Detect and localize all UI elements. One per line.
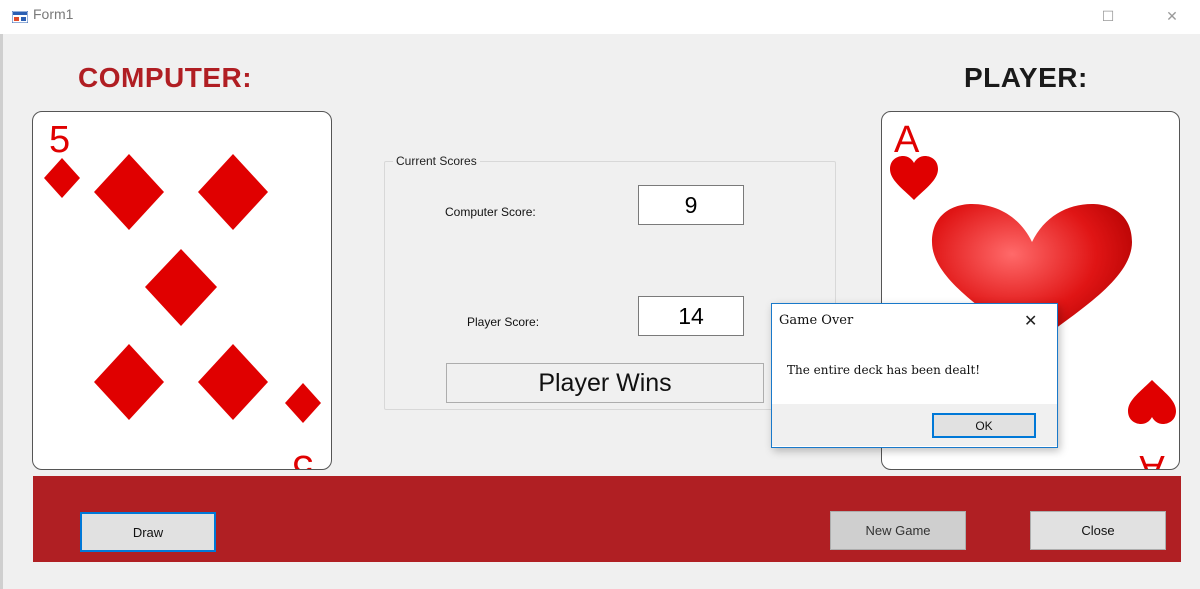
ok-button[interactable]: OK bbox=[932, 413, 1036, 438]
computer-heading: COMPUTER: bbox=[78, 62, 253, 93]
heart-pip-small-icon bbox=[890, 156, 938, 200]
heart-pip-small-icon bbox=[1128, 380, 1176, 424]
diamond-pip-icon bbox=[198, 344, 268, 420]
card-rank-top: A bbox=[894, 119, 920, 161]
five-of-diamonds-image: 5 5 bbox=[44, 119, 321, 469]
computer-score-value: 9 bbox=[638, 185, 744, 225]
diamond-pip-small-icon bbox=[44, 158, 80, 198]
computer-card: 5 5 bbox=[32, 111, 332, 470]
close-button[interactable]: Close bbox=[1030, 511, 1166, 550]
dialog-message: The entire deck has been dealt! bbox=[787, 363, 981, 377]
draw-button[interactable]: Draw bbox=[80, 512, 216, 552]
diamond-pip-icon bbox=[94, 344, 164, 420]
computer-score-label: Computer Score: bbox=[445, 205, 536, 219]
diamond-pip-icon bbox=[145, 249, 217, 326]
card-rank-bottom: 5 bbox=[292, 447, 313, 469]
current-scores-title: Current Scores bbox=[393, 154, 480, 168]
diamond-pip-small-icon bbox=[285, 383, 321, 423]
window-title: Form1 bbox=[33, 6, 74, 22]
window-border bbox=[0, 34, 3, 589]
new-game-button[interactable]: New Game bbox=[830, 511, 966, 550]
card-rank-bottom: A bbox=[1139, 447, 1165, 469]
window-close-button[interactable]: ✕ bbox=[1152, 2, 1192, 30]
diamond-pip-icon bbox=[198, 154, 268, 230]
app-icon bbox=[11, 10, 29, 24]
maximize-button[interactable]: ☐ bbox=[1088, 2, 1128, 30]
player-heading: PLAYER: bbox=[964, 62, 1088, 93]
card-rank-top: 5 bbox=[49, 119, 70, 161]
dialog-close-icon[interactable]: ✕ bbox=[1024, 311, 1037, 331]
diamond-pip-icon bbox=[94, 154, 164, 230]
player-score-label: Player Score: bbox=[467, 315, 540, 329]
result-label: Player Wins bbox=[446, 363, 764, 403]
window-title-bar[interactable]: Form1 ☐ ✕ bbox=[0, 0, 1200, 34]
dialog-title: Game Over bbox=[779, 313, 854, 328]
player-score-value: 14 bbox=[638, 296, 744, 336]
